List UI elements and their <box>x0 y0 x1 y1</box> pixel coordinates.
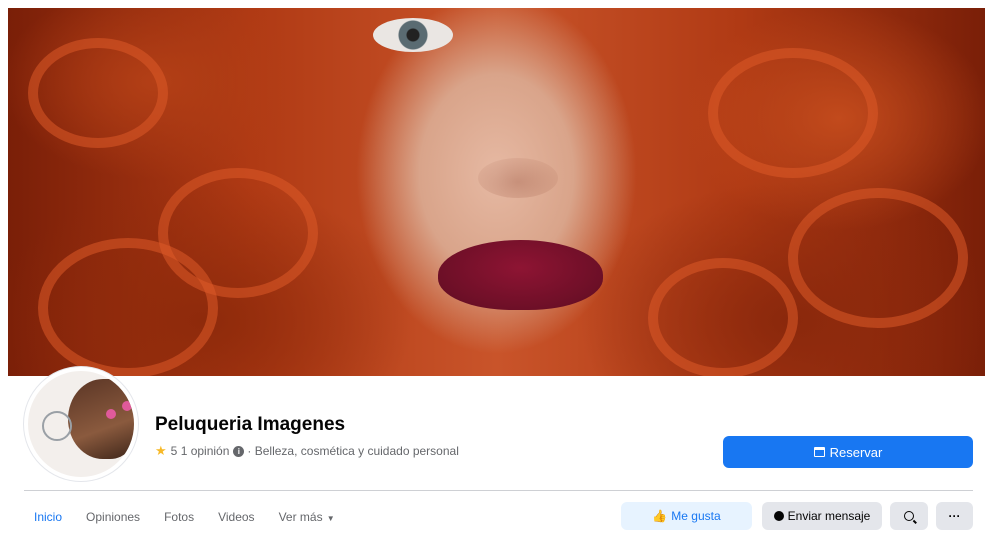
hair-curl <box>708 48 878 178</box>
reservar-button[interactable]: Reservar <box>723 436 973 468</box>
hair-curl <box>38 238 218 376</box>
star-icon: ★ <box>155 443 167 458</box>
tab-opiniones[interactable]: Opiniones <box>86 510 140 524</box>
reservar-label: Reservar <box>829 444 883 460</box>
tab-inicio[interactable]: Inicio <box>34 510 62 524</box>
more-options-button[interactable]: ··· <box>936 502 973 530</box>
info-icon[interactable]: i <box>233 445 245 457</box>
hair-curl <box>788 188 968 328</box>
header-divider <box>24 490 973 491</box>
tab-ver-mas-label: Ver más <box>278 510 323 524</box>
separator: · <box>247 444 252 458</box>
like-button[interactable]: 👍 Me gusta <box>621 502 752 530</box>
page-category[interactable]: Belleza, cosmética y cuidado personal <box>255 444 459 458</box>
review-count-link[interactable]: 1 opinión <box>181 444 230 458</box>
cover-lips <box>438 240 603 310</box>
caret-down-icon: ▼ <box>324 514 335 523</box>
avatar-hair <box>68 379 134 459</box>
flower-icon <box>122 401 132 411</box>
search-button[interactable] <box>890 502 928 530</box>
tab-videos[interactable]: Videos <box>218 510 254 524</box>
hair-curl <box>648 258 798 376</box>
messenger-icon <box>773 511 784 521</box>
calendar-icon <box>813 447 825 457</box>
page-subline: ★ 5 1 opinión i · Belleza, cosmética y c… <box>155 443 459 459</box>
cover-photo[interactable] <box>8 8 985 376</box>
flower-icon <box>106 409 116 419</box>
tab-fotos[interactable]: Fotos <box>164 510 194 524</box>
cover-nose <box>478 158 558 198</box>
cover-eye <box>373 18 453 52</box>
tab-ver-mas[interactable]: Ver más ▼ <box>279 510 335 524</box>
page-tabs: Inicio Opiniones Fotos Videos Ver más ▼ <box>34 510 359 524</box>
thumbs-up-icon: 👍 <box>652 509 668 523</box>
page-title[interactable]: Peluqueria Imagenes <box>155 414 345 436</box>
like-label: Me gusta <box>671 509 721 523</box>
scissors-icon <box>42 411 72 441</box>
more-icon: ··· <box>948 509 961 523</box>
profile-picture[interactable] <box>24 367 138 481</box>
rating-value: 5 <box>170 444 178 458</box>
send-message-button[interactable]: Enviar mensaje <box>762 502 882 530</box>
send-message-label: Enviar mensaje <box>787 509 871 523</box>
hair-curl <box>28 38 168 148</box>
search-icon <box>904 511 914 521</box>
